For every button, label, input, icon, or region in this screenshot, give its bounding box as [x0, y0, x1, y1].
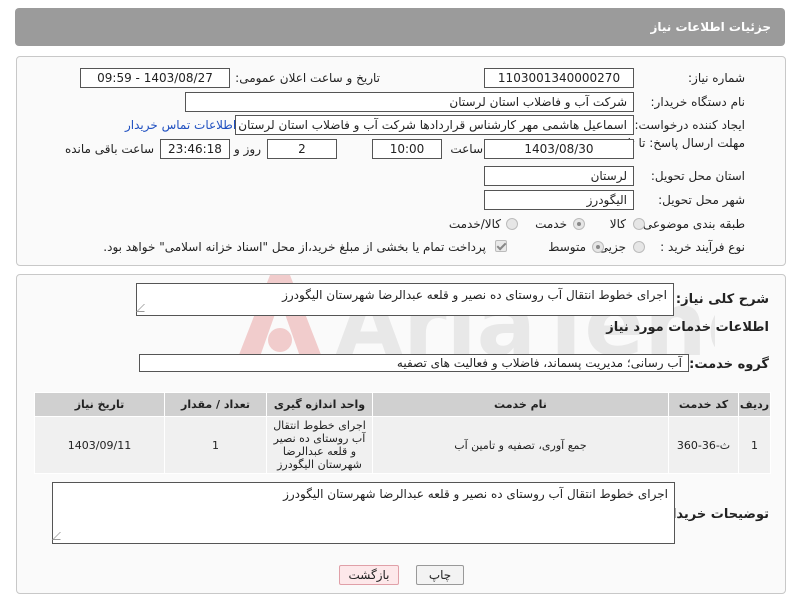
buyer-notes-label: توضیحات خریدار:	[659, 507, 769, 522]
col-quantity-header: تعداد / مقدار	[164, 392, 267, 417]
service-group-label: گروه خدمت:	[689, 357, 769, 372]
summary-text: اجرای خطوط انتقال آب روستای ده نصیر و قل…	[282, 288, 667, 302]
col-code-header: کد خدمت	[668, 392, 739, 417]
resize-grip[interactable]	[52, 532, 68, 540]
radio-partial[interactable]	[633, 241, 645, 253]
buyer-org-field: شرکت آب و فاضلاب استان لرستان	[185, 92, 634, 112]
radio-service-label: خدمت	[535, 217, 567, 231]
cell-service-name: جمع آوری، تصفیه و تامین آب	[372, 416, 669, 474]
cell-date: 1403/09/11	[34, 416, 165, 474]
buyer-org-label: نام دستگاه خریدار:	[650, 95, 746, 109]
city-field: الیگودرز	[484, 190, 634, 210]
radio-goods-label: کالا	[609, 217, 626, 231]
deadline-time-field: 10:00	[372, 139, 442, 159]
service-group-field: آب رسانی؛ مدیریت پسماند، فاضلاب و فعالیت…	[139, 354, 689, 372]
creator-field: اسماعیل هاشمی مهر کارشناس قراردادها شرکت…	[235, 115, 634, 135]
time-label: ساعت	[450, 142, 483, 156]
remaining-time-field: 23:46:18	[160, 139, 230, 159]
watermark-dot	[268, 328, 292, 352]
services-table: ردیف کد خدمت نام خدمت واحد اندازه گیری ت…	[34, 392, 771, 474]
deadline-date-field: 1403/08/30	[484, 139, 634, 159]
category-label: طبقه بندی موضوعی:	[638, 217, 745, 231]
radio-goods-service[interactable]	[506, 218, 518, 230]
radio-goods-service-label: کالا/خدمت	[448, 217, 501, 231]
announce-field: 1403/08/27 - 09:59	[80, 68, 230, 88]
col-row-header: ردیف	[738, 392, 771, 417]
cell-unit: اجرای خطوط انتقال آب روستای ده نصیر و قل…	[266, 416, 373, 474]
table-row: 1 ث-36-360 جمع آوری، تصفیه و تامین آب اج…	[34, 416, 771, 474]
radio-medium[interactable]	[592, 241, 604, 253]
cell-quantity: 1	[164, 416, 267, 474]
need-number-field: 1103001340000270	[484, 68, 634, 88]
province-label: استان محل تحویل:	[650, 169, 745, 183]
print-button[interactable]: چاپ	[416, 565, 464, 585]
remaining-label: ساعت باقی مانده	[64, 142, 154, 156]
buyer-notes-textarea[interactable]: اجرای خطوط انتقال آب روستای ده نصیر و قل…	[52, 482, 675, 544]
resize-grip[interactable]	[136, 304, 152, 312]
summary-textarea[interactable]: اجرای خطوط انتقال آب روستای ده نصیر و قل…	[136, 283, 674, 316]
radio-medium-label: متوسط	[548, 240, 586, 254]
buyer-contact-link[interactable]: اطلاعات تماس خریدار	[125, 118, 236, 132]
col-date-header: تاریخ نیاز	[34, 392, 165, 417]
need-number-label: شماره نیاز:	[688, 71, 745, 85]
buyer-notes-text: اجرای خطوط انتقال آب روستای ده نصیر و قل…	[283, 487, 668, 501]
treasury-checkbox[interactable]	[495, 240, 507, 252]
process-label: نوع فرآیند خرید :	[660, 240, 745, 254]
province-field: لرستان	[484, 166, 634, 186]
page-title: جزئیات اطلاعات نیاز	[650, 20, 771, 34]
announce-label: تاریخ و ساعت اعلان عمومی:	[235, 71, 380, 85]
days-field: 2	[267, 139, 337, 159]
summary-label: شرح کلی نیاز:	[675, 292, 769, 307]
page-header: جزئیات اطلاعات نیاز	[15, 8, 785, 46]
radio-service[interactable]	[573, 218, 585, 230]
services-title: اطلاعات خدمات مورد نیاز	[606, 320, 769, 335]
col-unit-header: واحد اندازه گیری	[266, 392, 373, 417]
back-button[interactable]: بازگشت	[339, 565, 399, 585]
city-label: شهر محل تحویل:	[658, 193, 745, 207]
radio-goods[interactable]	[633, 218, 645, 230]
creator-label: ایجاد کننده درخواست:	[634, 118, 745, 132]
table-header-row: ردیف کد خدمت نام خدمت واحد اندازه گیری ت…	[34, 392, 771, 417]
days-label: روز و	[234, 142, 261, 156]
payment-note: پرداخت تمام یا بخشی از مبلغ خرید،از محل …	[103, 240, 486, 254]
cell-row: 1	[738, 416, 771, 474]
cell-code: ث-36-360	[668, 416, 739, 474]
col-service-name-header: نام خدمت	[372, 392, 669, 417]
